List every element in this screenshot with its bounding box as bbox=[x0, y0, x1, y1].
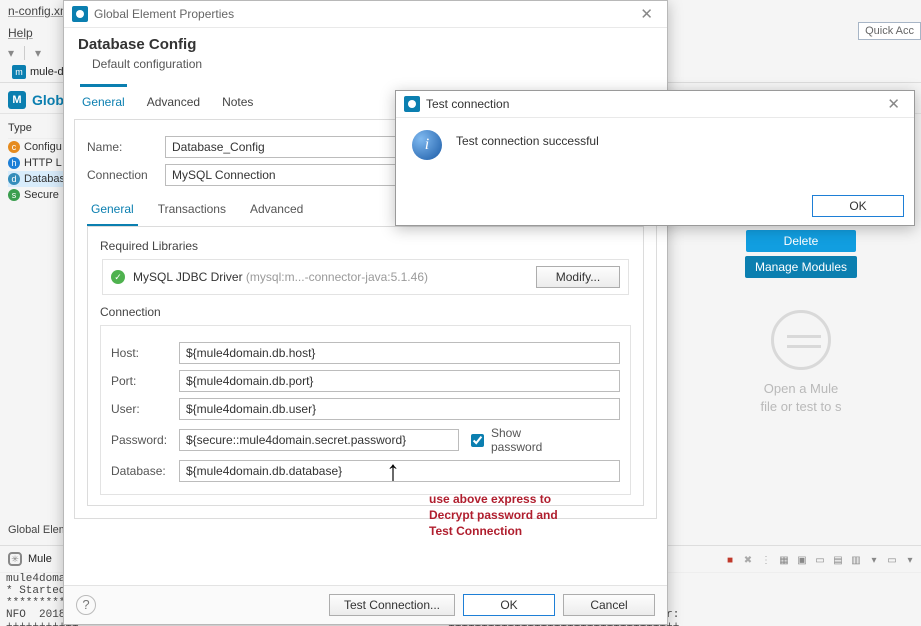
quick-access-box[interactable]: Quick Acc bbox=[858, 22, 921, 40]
port-label: Port: bbox=[111, 374, 179, 388]
status-text: Mule bbox=[28, 553, 52, 565]
mule-icon: m bbox=[12, 65, 26, 79]
password-input[interactable] bbox=[179, 429, 459, 451]
host-input[interactable] bbox=[179, 342, 620, 364]
console-icon[interactable]: ▦ bbox=[777, 554, 791, 568]
library-row: ✓ MySQL JDBC Driver (mysql:m...-connecto… bbox=[102, 259, 629, 295]
close-icon[interactable]: ✕ bbox=[634, 5, 659, 23]
console-icon[interactable]: ▭ bbox=[885, 554, 899, 568]
menu-help[interactable]: Help bbox=[8, 26, 33, 40]
console-icon[interactable]: ▤ bbox=[831, 554, 845, 568]
show-password-checkbox[interactable]: Show password bbox=[467, 426, 535, 454]
check-icon: ✓ bbox=[111, 270, 125, 284]
test-message: Test connection successful bbox=[456, 134, 599, 148]
config-title: Database Config bbox=[78, 36, 653, 53]
dialog-title: Global Element Properties bbox=[94, 7, 634, 21]
test-ok-button[interactable]: OK bbox=[812, 195, 904, 217]
subtab-transactions[interactable]: Transactions bbox=[154, 194, 230, 226]
required-libs-title: Required Libraries bbox=[100, 239, 631, 253]
console-icon[interactable]: ▣ bbox=[795, 554, 809, 568]
mule-flow-icon: ✳ bbox=[8, 552, 22, 566]
connection-label: Connection bbox=[87, 168, 165, 182]
console-icon[interactable]: ▭ bbox=[813, 554, 827, 568]
tab-advanced[interactable]: Advanced bbox=[145, 87, 202, 119]
annotation-arrow: ↑ bbox=[386, 455, 400, 487]
http-icon: h bbox=[8, 157, 20, 169]
database-label: Database: bbox=[111, 464, 179, 478]
modify-button[interactable]: Modify... bbox=[536, 266, 620, 288]
ok-button[interactable]: OK bbox=[463, 594, 555, 616]
delete-button[interactable]: Delete bbox=[746, 230, 856, 252]
config-icon: c bbox=[8, 141, 20, 153]
app-icon bbox=[404, 96, 420, 112]
annotation-text: use above express to Decrypt password an… bbox=[429, 491, 558, 540]
toolbar-icon[interactable]: ▾ bbox=[8, 46, 14, 60]
app-icon bbox=[72, 6, 88, 22]
info-icon: i bbox=[412, 130, 442, 160]
subtab-advanced[interactable]: Advanced bbox=[246, 194, 307, 226]
subtab-general[interactable]: General bbox=[87, 194, 138, 226]
help-icon[interactable]: ? bbox=[76, 595, 96, 615]
manage-modules-button[interactable]: Manage Modules bbox=[745, 256, 857, 278]
file-tab-label: n-config.xm bbox=[8, 4, 70, 18]
config-subtitle: Default configuration bbox=[92, 57, 653, 71]
toggle-icon[interactable]: ⋮ bbox=[759, 554, 773, 568]
password-label: Password: bbox=[111, 433, 179, 447]
tab-general[interactable]: General bbox=[80, 84, 127, 119]
host-label: Host: bbox=[111, 346, 179, 360]
name-label: Name: bbox=[87, 140, 165, 154]
hint-text: Open a Mule file or test to s bbox=[681, 380, 921, 416]
test-dialog-title: Test connection bbox=[426, 97, 881, 111]
toolbar-icon[interactable]: ▾ bbox=[35, 46, 41, 60]
stop-icon[interactable]: ■ bbox=[723, 554, 737, 568]
tab-notes[interactable]: Notes bbox=[220, 87, 255, 119]
placeholder-icon bbox=[771, 310, 831, 370]
mule-icon: M bbox=[8, 91, 26, 109]
cancel-button[interactable]: Cancel bbox=[563, 594, 655, 616]
close-icon[interactable]: ✕ bbox=[881, 95, 906, 113]
console-icon[interactable]: ▥ bbox=[849, 554, 863, 568]
user-label: User: bbox=[111, 402, 179, 416]
user-input[interactable] bbox=[179, 398, 620, 420]
db-icon: d bbox=[8, 173, 20, 185]
connection-group-title: Connection bbox=[100, 305, 631, 319]
lib-detail: (mysql:m...-connector-java:5.1.46) bbox=[246, 270, 428, 284]
console-icon[interactable]: ▾ bbox=[867, 554, 881, 568]
test-connection-dialog: Test connection ✕ i Test connection succ… bbox=[395, 90, 915, 226]
test-connection-button[interactable]: Test Connection... bbox=[329, 594, 455, 616]
clear-icon[interactable]: ✖ bbox=[741, 554, 755, 568]
port-input[interactable] bbox=[179, 370, 620, 392]
secure-icon: s bbox=[8, 189, 20, 201]
console-icon[interactable]: ▾ bbox=[903, 554, 917, 568]
lib-name: MySQL JDBC Driver bbox=[133, 270, 243, 284]
